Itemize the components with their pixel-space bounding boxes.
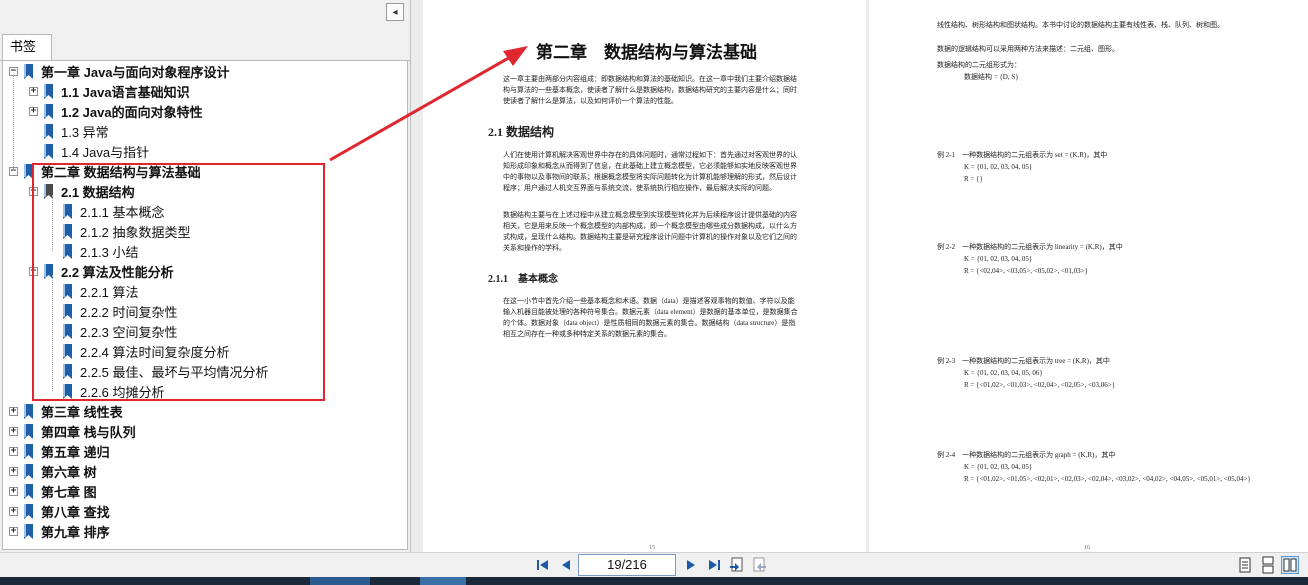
two-page-view-icon[interactable]: [1281, 556, 1299, 574]
bookmark-label: 第六章 树: [41, 464, 97, 480]
section-title: 2.1 数据结构: [488, 125, 555, 139]
bookmark-item-ch3[interactable]: + 第三章 线性表: [9, 401, 123, 421]
expand-icon[interactable]: +: [9, 446, 18, 456]
bookmark-label: 1.2 Java的面向对象特性: [61, 104, 203, 120]
first-page-icon[interactable]: [535, 557, 551, 573]
bookmark-label: 第九章 排序: [41, 524, 110, 540]
page-number: 15: [649, 545, 655, 551]
tab-bookmarks[interactable]: 书签: [2, 34, 52, 60]
back-view-icon[interactable]: [729, 557, 745, 573]
page-text-line: 数据结构的二元组形式为：: [937, 61, 1021, 69]
bookmark-panel: ◂ 书签 − 第一章 Java与面向对象程序设计 +1.1 Java语言基础知识 +1…: [0, 0, 411, 552]
page-text-line: K = {01, 02, 03, 04, 05, 06}: [964, 369, 1043, 377]
page-text-line: 例 2-3 一种数据结构的二元组表示为 tree = (K,R)，其中: [937, 357, 1110, 365]
single-page-view-icon[interactable]: [1236, 556, 1254, 574]
page-text-line: 例 2-4 一种数据结构的二元组表示为 graph = (K,R)，其中: [937, 451, 1116, 459]
taskbar-item[interactable]: [310, 577, 370, 585]
page-text-line: R = {}: [964, 175, 983, 183]
bookmark-label: 第四章 栈与队列: [41, 424, 136, 440]
bookmark-icon: [24, 503, 33, 519]
bookmark-item-s1-2[interactable]: +1.2 Java的面向对象特性: [29, 101, 203, 121]
panel-tab-bar: 书签: [0, 34, 410, 61]
highlight-annotation-box: [32, 163, 325, 401]
page-text-line: 线性结构、树形结构和图状结构。本书中讨论的数据结构主要有线性表、栈、队列、树和图…: [937, 21, 1224, 29]
bookmark-label: 1.1 Java语言基础知识: [61, 84, 190, 100]
bookmark-label: 第七章 图: [41, 484, 97, 500]
bookmark-icon: [44, 103, 53, 119]
bookmark-icon: [44, 143, 53, 159]
bookmark-label: 1.3 异常: [61, 124, 109, 140]
chapter-title: 第二章 数据结构与算法基础: [536, 43, 757, 62]
expand-icon[interactable]: +: [29, 106, 38, 116]
section-paragraph-1: 人们在使用计算机解决客观世界中存在的具体问题时，通常过程如下：首先通过对客观世界…: [503, 151, 797, 192]
collapse-panel-button[interactable]: ◂: [386, 3, 404, 21]
expand-icon[interactable]: +: [29, 86, 38, 96]
expand-icon[interactable]: +: [9, 526, 18, 536]
page-text-line: 数据的逻辑结构可以采用两种方法来描述：二元组、图形。: [937, 45, 1119, 53]
bookmark-icon: [44, 123, 53, 139]
page-number-input[interactable]: 19/216: [578, 554, 676, 576]
page-text-line: R = {<01,02>, <01,05>, <02,01>, <02,03>,…: [964, 475, 1251, 483]
bookmark-icon: [24, 523, 33, 539]
page-text-line: 例 2-1 一种数据结构的二元组表示为 set = (K,R)，其中: [937, 151, 1108, 159]
page-text-line: 数据结构 = {D, S}: [964, 73, 1019, 81]
bookmark-item-ch9[interactable]: + 第九章 排序: [9, 521, 110, 541]
bookmark-label: 第三章 线性表: [41, 404, 123, 420]
bookmark-item-s1-4[interactable]: 1.4 Java与指针: [29, 141, 149, 161]
page-text-line: K = {01, 02, 03, 04, 05}: [964, 163, 1033, 171]
section-paragraph-2: 数据结构主要与在上述过程中从建立概念模型到实现模型转化并为后续程序设计提供基础的…: [503, 211, 797, 252]
expand-icon[interactable]: +: [9, 466, 18, 476]
page-text-line: R = {<01,02>, <01,03>, <02,04>, <02,05>,…: [964, 381, 1116, 389]
page-text-line: K = {01, 02, 03, 04, 05}: [964, 255, 1033, 263]
pdf-page-left: 第二章 数据结构与算法基础 这一章主要由两部分内容组成：即数据结构和算法的基础知…: [423, 0, 866, 552]
expand-icon[interactable]: +: [9, 486, 18, 496]
document-viewer[interactable]: 第二章 数据结构与算法基础 这一章主要由两部分内容组成：即数据结构和算法的基础知…: [411, 0, 1308, 552]
bookmark-icon: [24, 403, 33, 419]
expand-icon[interactable]: +: [9, 506, 18, 516]
bookmark-item-s1-1[interactable]: +1.1 Java语言基础知识: [29, 81, 190, 101]
page-number: 16: [1084, 545, 1090, 551]
bookmark-icon: [24, 463, 33, 479]
bookmark-icon: [24, 483, 33, 499]
navigation-toolbar: 19/216: [0, 552, 1308, 578]
expand-icon[interactable]: +: [9, 426, 18, 436]
page-text-line: R = {<02,04>, <03,05>, <05,02>, <01,03>}: [964, 267, 1088, 275]
prev-page-icon[interactable]: [558, 557, 574, 573]
expand-icon[interactable]: +: [9, 406, 18, 416]
bookmark-label: 1.4 Java与指针: [61, 144, 150, 160]
last-page-icon[interactable]: [706, 557, 722, 573]
bookmark-item-ch4[interactable]: + 第四章 栈与队列: [9, 421, 136, 441]
bookmark-item-ch6[interactable]: + 第六章 树: [9, 461, 97, 481]
page-text-line: 例 2-2 一种数据结构的二元组表示为 linearity = (K,R)，其中: [937, 243, 1123, 251]
subsection-title: 2.1.1 基本概念: [488, 274, 558, 285]
bookmark-item-s1-3[interactable]: 1.3 异常: [29, 121, 109, 141]
chapter-intro: 这一章主要由两部分内容组成：即数据结构和算法的基础知识。在这一章中我们主要介绍数…: [503, 75, 797, 105]
os-taskbar: [0, 577, 1308, 585]
bookmark-item-ch1[interactable]: − 第一章 Java与面向对象程序设计: [9, 61, 230, 81]
continuous-view-icon[interactable]: [1259, 556, 1277, 574]
tree-guide-line: [13, 75, 14, 171]
pdf-page-right: 线性结构、树形结构和图状结构。本书中讨论的数据结构主要有线性表、栈、队列、树和图…: [869, 0, 1308, 552]
bookmark-icon: [24, 423, 33, 439]
bookmark-item-ch5[interactable]: + 第五章 递归: [9, 441, 110, 461]
bookmark-item-ch8[interactable]: + 第八章 查找: [9, 501, 110, 521]
bookmark-label: 第八章 查找: [41, 504, 110, 520]
bookmark-icon: [24, 443, 33, 459]
bookmark-icon: [24, 63, 33, 79]
bookmark-label: 第五章 递归: [41, 444, 110, 460]
bookmark-item-ch7[interactable]: + 第七章 图: [9, 481, 97, 501]
bookmark-icon: [44, 83, 53, 99]
next-page-icon[interactable]: [683, 557, 699, 573]
page-text-line: K = {01, 02, 03, 04, 05}: [964, 463, 1033, 471]
taskbar-item[interactable]: [420, 577, 466, 585]
bookmark-label: 第一章 Java与面向对象程序设计: [41, 64, 230, 80]
subsection-paragraph: 在这一小节中首先介绍一些基本概念和术语。数据（data）是描述客观事物的数值、字…: [503, 297, 798, 338]
forward-view-icon[interactable]: [751, 557, 767, 573]
